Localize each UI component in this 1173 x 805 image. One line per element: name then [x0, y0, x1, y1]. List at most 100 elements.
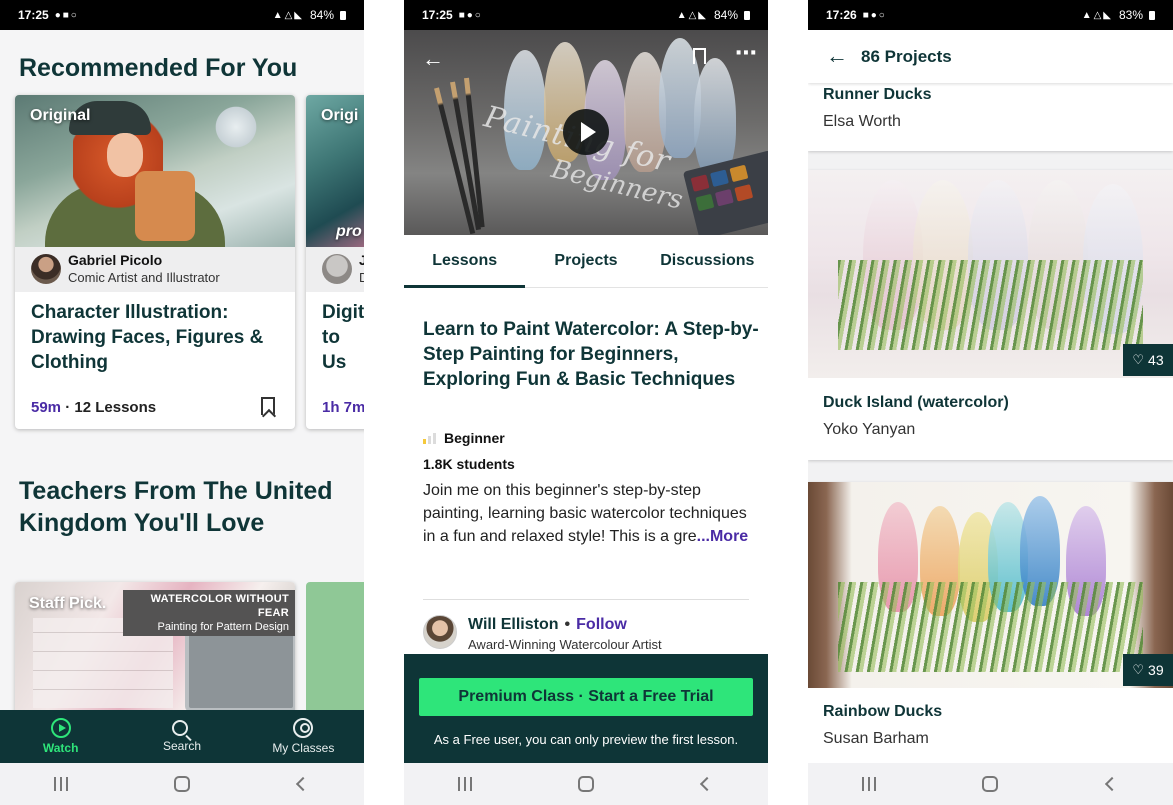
free-user-note: As a Free user, you can only preview the…: [433, 732, 739, 747]
class-duration: 59m: [31, 399, 62, 416]
status-bar: 17:25 ■●○ ▲△◣ 84%: [404, 0, 768, 30]
class-duration: 1h 7m: [322, 399, 364, 416]
class-title: Digit to Us: [322, 302, 364, 373]
class-card[interactable]: [306, 582, 364, 722]
skill-level: Beginner: [423, 430, 505, 446]
follow-button[interactable]: Follow: [576, 616, 627, 633]
back-button[interactable]: [692, 773, 722, 795]
lesson-count: 12 Lessons: [74, 399, 157, 416]
class-tabs: Lessons Projects Discussions: [404, 235, 768, 288]
teachers-section-title: Teachers From The United Kingdom You'll …: [19, 477, 333, 537]
class-title: Learn to Paint Watercolor: A Step-by-Ste…: [423, 319, 759, 390]
status-bar: 17:25 ●■○ ▲△◣ 84%: [0, 0, 364, 30]
status-bar: 17:26 ■●○ ▲△◣ 83%: [808, 0, 1173, 30]
status-time: 17:25: [422, 8, 453, 22]
bookmark-icon[interactable]: [261, 397, 275, 415]
recommended-title: Recommended For You: [19, 54, 298, 82]
staff-pick-card[interactable]: Staff Pick. WATERCOLOR WITHOUT FEAR Pain…: [15, 582, 295, 722]
overlay-title: WATERCOLOR WITHOUT FEAR: [150, 593, 289, 619]
battery-level: 84%: [713, 8, 738, 22]
tab-discussions[interactable]: Discussions: [647, 235, 768, 287]
back-button[interactable]: [288, 773, 318, 795]
battery-level: 84%: [309, 8, 334, 22]
home-button[interactable]: [167, 773, 197, 795]
battery-icon: [1149, 10, 1155, 20]
class-title: Character Illustration: Drawing Faces, F…: [31, 302, 264, 373]
status-time: 17:26: [826, 8, 857, 22]
search-icon: [172, 720, 189, 736]
recent-apps-button[interactable]: [46, 773, 76, 795]
thumbnail-overlay: WATERCOLOR WITHOUT FEAR Painting for Pat…: [123, 590, 295, 636]
battery-icon: [340, 10, 346, 20]
instructor-avatar[interactable]: [423, 615, 457, 649]
system-nav-bar: [404, 763, 768, 805]
class-card[interactable]: Origi pro J D Digit to Us 1h 7m: [306, 95, 364, 429]
like-count[interactable]: ♡ 43: [1123, 344, 1173, 376]
project-card[interactable]: Runner Ducks Elsa Worth: [808, 83, 1173, 151]
project-thumbnail: [808, 170, 1173, 378]
tab-watch[interactable]: Watch: [0, 710, 121, 763]
home-button[interactable]: [571, 773, 601, 795]
original-badge: Original: [30, 107, 91, 124]
level-label: Beginner: [444, 430, 505, 446]
heart-icon: ♡: [1132, 352, 1145, 367]
bookmark-icon[interactable]: [693, 48, 706, 64]
tab-lessons[interactable]: Lessons: [404, 235, 526, 288]
projects-header: ← 86 Projects: [808, 30, 1173, 83]
tab-my-classes[interactable]: My Classes: [243, 710, 364, 763]
project-card[interactable]: ♡ 43 Duck Island (watercolor) Yoko Yanya…: [808, 170, 1173, 460]
notification-icons: ■●○: [458, 9, 483, 21]
avatar: [322, 254, 352, 284]
system-nav-bar: [0, 763, 364, 805]
video-player[interactable]: Painting for Beginners: [404, 30, 768, 235]
project-author: Elsa Worth: [823, 113, 901, 130]
back-arrow-icon[interactable]: ←: [826, 43, 848, 69]
tab-label: Watch: [42, 741, 79, 755]
like-count[interactable]: ♡ 39: [1123, 654, 1173, 686]
instructor-name[interactable]: Will Elliston: [468, 616, 559, 633]
bottom-tab-bar: Watch Search My Classes: [0, 710, 364, 763]
teacher-title: Comic Artist and Illustrator: [68, 270, 220, 285]
back-arrow-icon[interactable]: ←: [422, 46, 444, 72]
procreate-logo: pro: [336, 223, 362, 240]
more-link[interactable]: ...More: [697, 528, 749, 545]
recent-apps-button[interactable]: [854, 773, 884, 795]
signal-icons: ▲△◣: [676, 9, 708, 21]
phone-screen-class-detail: 17:25 ■●○ ▲△◣ 84% Painting for Beginners…: [404, 0, 768, 805]
system-nav-bar: [808, 763, 1173, 805]
back-button[interactable]: [1097, 773, 1127, 795]
class-meta: 1h 7m: [322, 399, 364, 416]
project-title: Duck Island (watercolor): [823, 394, 1009, 411]
signal-icons: ▲△◣: [1081, 9, 1113, 21]
tab-search[interactable]: Search: [121, 710, 242, 763]
project-card[interactable]: ♡ 39 Rainbow Ducks Susan Barham: [808, 482, 1173, 764]
class-meta: 59m · 12 Lessons: [31, 399, 157, 416]
project-title: Runner Ducks: [823, 86, 932, 103]
heart-icon: ♡: [1132, 662, 1145, 677]
likes-value: 43: [1148, 352, 1164, 368]
instructor-row: Will Elliston • Follow: [468, 616, 627, 634]
more-options-icon[interactable]: ⋯: [735, 40, 758, 66]
premium-banner: Premium Class · Start a Free Trial As a …: [404, 654, 768, 763]
project-title: Rainbow Ducks: [823, 703, 943, 720]
teacher-title: D: [359, 270, 364, 285]
project-thumbnail: [808, 482, 1173, 688]
user-circle-icon: [293, 718, 314, 738]
likes-value: 39: [1148, 662, 1164, 678]
avatar: [31, 254, 61, 284]
teacher-row: J D: [306, 247, 364, 292]
tab-label: Search: [162, 739, 201, 753]
palette-image: [682, 150, 768, 235]
play-icon[interactable]: [563, 109, 609, 155]
phone-screen-projects: 17:26 ■●○ ▲△◣ 83% Runner Ducks Elsa Wort…: [808, 0, 1173, 805]
notification-icons: ●■○: [54, 9, 79, 21]
teacher-name: J: [359, 252, 364, 268]
original-badge: Origi: [321, 107, 359, 124]
project-author: Yoko Yanyan: [823, 421, 916, 438]
home-button[interactable]: [975, 773, 1005, 795]
recent-apps-button[interactable]: [450, 773, 480, 795]
project-author: Susan Barham: [823, 730, 929, 747]
free-trial-button[interactable]: Premium Class · Start a Free Trial: [419, 678, 753, 716]
class-card[interactable]: Original Gabriel Picolo Comic Artist and…: [15, 95, 295, 429]
tab-projects[interactable]: Projects: [525, 235, 646, 287]
